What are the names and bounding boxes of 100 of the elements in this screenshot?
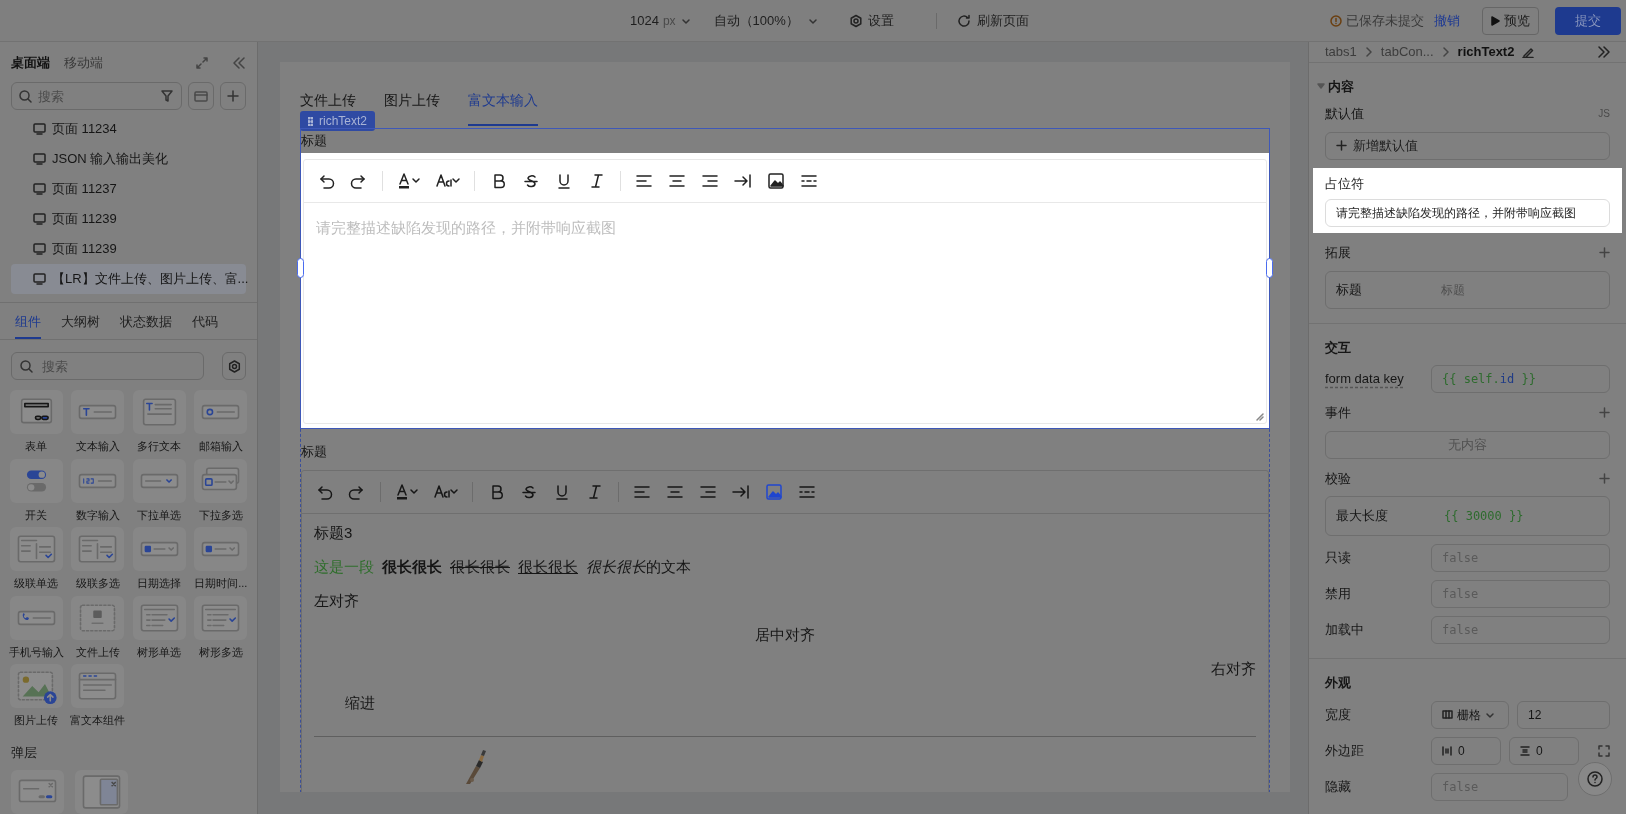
placeholder-input[interactable]: 请完整描述缺陷发现的路径，并附带响应截图 xyxy=(1325,199,1610,227)
component-item[interactable]: 文本输入 xyxy=(72,390,123,455)
page-item[interactable]: 页面 11239 xyxy=(11,204,246,234)
margin-input[interactable]: 0 xyxy=(1431,736,1501,765)
filter-icon[interactable] xyxy=(161,90,173,102)
panel-tab[interactable]: 组件 xyxy=(15,311,41,339)
component-badge[interactable]: richText2 xyxy=(300,111,376,131)
drag-handle-icon xyxy=(308,116,313,126)
play-icon xyxy=(1491,15,1500,26)
component-item[interactable]: 手机号输入 xyxy=(11,595,62,660)
breadcrumb-item[interactable]: tabs1 xyxy=(1325,42,1357,62)
resize-handle[interactable] xyxy=(1266,258,1273,278)
page-item[interactable]: 页面 11237 xyxy=(11,174,246,204)
submit-button[interactable]: 提交 xyxy=(1555,6,1621,35)
field-label: 事件 xyxy=(1325,404,1351,422)
phone-component-icon xyxy=(9,595,63,640)
font-color-icon[interactable] xyxy=(394,482,420,502)
rich-text-editor[interactable]: 标题3 这是一段 很长很长 很长很长 很长很长 很长很长的文本 左对齐 居中对齐 右对齐 缩进 xyxy=(301,470,1269,792)
tab[interactable]: 图片上传 xyxy=(384,90,440,110)
component-item[interactable]: 图片上传 xyxy=(11,664,62,729)
monitor-icon xyxy=(33,213,46,225)
component-item[interactable]: 文件上传 xyxy=(72,595,123,660)
plus-icon[interactable] xyxy=(1599,247,1610,259)
panel-tab[interactable]: 状态数据 xyxy=(120,311,172,339)
settings-button[interactable]: 设置 xyxy=(848,10,894,31)
component-item[interactable]: 数字输入 xyxy=(72,458,123,523)
resize-handle[interactable] xyxy=(297,258,304,278)
component-item[interactable]: 日期选择 xyxy=(134,527,185,592)
page-item[interactable]: JSON 输入输出美化 xyxy=(11,144,246,174)
tree-component-icon xyxy=(194,595,248,640)
page-item[interactable]: 页面 11234 xyxy=(11,114,246,144)
expand-panel-icon[interactable] xyxy=(1598,45,1610,58)
platform-tab[interactable]: 移动端 xyxy=(64,53,103,73)
component-item[interactable]: 多行文本 xyxy=(134,390,185,455)
field-label: 隐藏 xyxy=(1325,777,1352,796)
platform-tab[interactable]: 桌面端 xyxy=(11,53,50,73)
resize-grip-icon xyxy=(1256,413,1264,421)
breadcrumb-item[interactable]: richText2 xyxy=(1457,42,1515,62)
field-label: form data key xyxy=(1325,370,1405,389)
add-default-button[interactable]: 新增默认值 xyxy=(1325,131,1610,160)
settings-button[interactable] xyxy=(222,352,246,380)
file-component-icon xyxy=(71,595,125,640)
rich-text-field[interactable]: 标题 请完整描述缺陷发现的路径，并附带响应截图 xyxy=(300,128,1270,429)
panel-tab[interactable]: 大纲树 xyxy=(61,311,100,339)
font-color-icon[interactable] xyxy=(396,171,422,191)
tree-component-icon xyxy=(132,595,186,640)
component-item[interactable]: 表单 xyxy=(11,390,62,455)
component-item[interactable]: 树形多选 xyxy=(195,595,246,660)
field-label: 标题 xyxy=(301,443,327,462)
panel-tab[interactable]: 代码 xyxy=(192,311,218,339)
monitor-icon xyxy=(33,273,46,285)
field-label: 外边距 xyxy=(1325,741,1365,760)
warning-icon xyxy=(1330,14,1342,27)
field-label: 校验 xyxy=(1325,469,1351,488)
indent-icon[interactable] xyxy=(733,171,753,191)
field-label: 宽度 xyxy=(1325,705,1352,724)
link-corners-icon[interactable] xyxy=(1598,744,1610,757)
component-item[interactable]: 级联单选 xyxy=(11,527,62,592)
tab[interactable]: 文件上传 xyxy=(300,90,356,110)
columns-icon xyxy=(1442,710,1453,719)
component-item[interactable]: 级联多选 xyxy=(72,527,123,592)
tab[interactable]: 富文本输入 xyxy=(468,90,538,126)
search-icon xyxy=(20,360,33,373)
page-item[interactable]: 页面 11239 xyxy=(11,234,246,264)
edit-icon[interactable] xyxy=(1522,45,1535,58)
breadcrumb-item[interactable]: tabCon... xyxy=(1380,42,1434,62)
component-item[interactable]: 富文本组件 xyxy=(72,664,123,729)
expand-icon[interactable] xyxy=(196,57,208,69)
zoom-dropdown[interactable]: 自动（100%） xyxy=(713,10,819,31)
image-icon[interactable] xyxy=(766,171,786,191)
component-item[interactable]: 日期时间... xyxy=(195,527,246,592)
code-input[interactable]: {{ self.id }} xyxy=(1431,365,1610,393)
field-label: 禁用 xyxy=(1325,585,1352,604)
field-label: 拓展 xyxy=(1325,244,1351,262)
add-button[interactable] xyxy=(220,82,246,110)
text-paragraph: 右对齐 xyxy=(1211,660,1256,677)
collapse-icon[interactable] xyxy=(232,57,246,69)
revert-link[interactable]: 撤销 xyxy=(1434,10,1460,31)
component-item[interactable]: 树形单选 xyxy=(134,595,185,660)
width-mode-select[interactable]: 栅格 xyxy=(1431,700,1509,729)
rich-text-field[interactable]: 标题 标题3 这是一段 很长很长 很长很长 很长很长 很长很长的文本 左对齐 居中对齐 右对齐 缩进 xyxy=(300,439,1270,792)
refresh-button[interactable]: 刷新页面 xyxy=(956,10,1029,31)
preview-button[interactable]: 预览 xyxy=(1482,6,1539,35)
plus-icon[interactable] xyxy=(1599,472,1610,484)
settings-icon xyxy=(227,359,241,373)
image-component-icon xyxy=(9,664,63,708)
refresh-icon xyxy=(956,13,971,28)
section-title: 弹层 xyxy=(11,743,38,762)
component-item[interactable]: 下拉单选 xyxy=(134,458,185,523)
component-item[interactable]: 邮箱输入 xyxy=(195,390,246,455)
plus-icon[interactable] xyxy=(1599,407,1610,419)
component-item[interactable]: 开关 xyxy=(11,458,62,523)
select-component-icon xyxy=(132,458,186,503)
settings-icon xyxy=(848,13,863,28)
page-item[interactable]: 【LR】文件上传、图片上传、富... xyxy=(11,264,246,294)
component-item[interactable]: 下拉多选 xyxy=(195,458,246,523)
margin-input[interactable]: 0 xyxy=(1509,736,1579,765)
help-button[interactable] xyxy=(1578,762,1612,796)
section-title: 交互 xyxy=(1325,338,1351,357)
width-input[interactable]: 12 xyxy=(1517,700,1610,729)
